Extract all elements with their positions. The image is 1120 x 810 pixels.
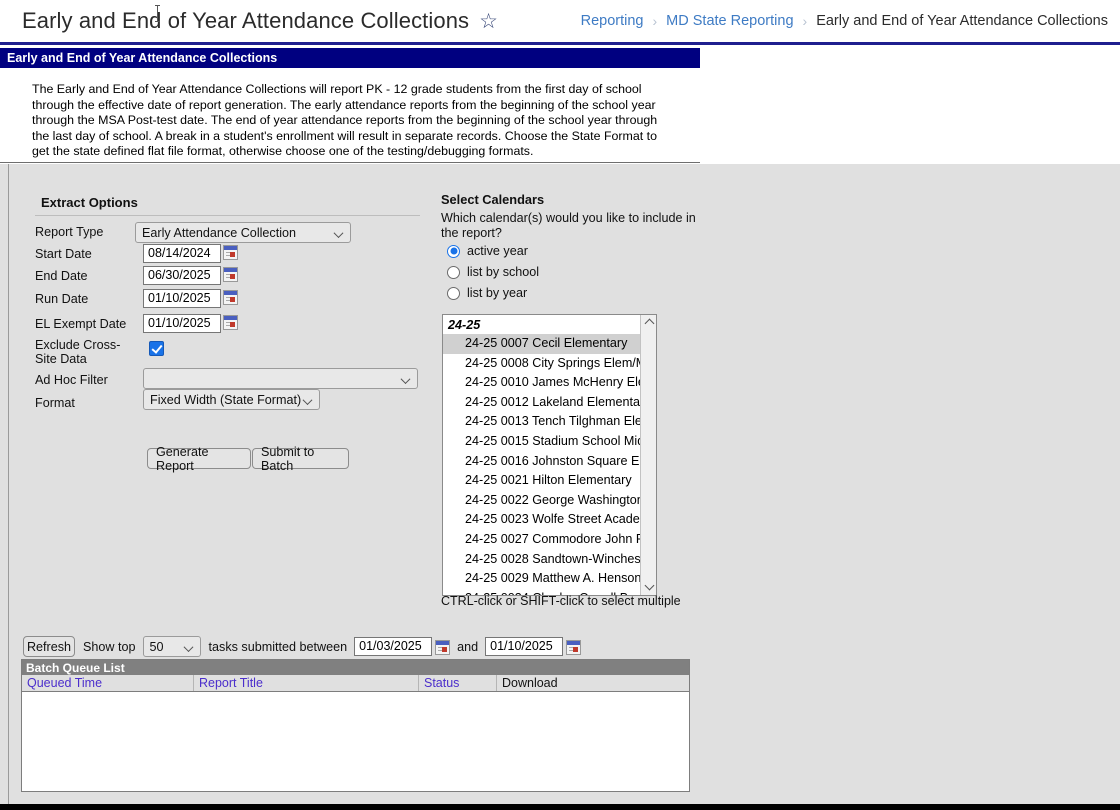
chevron-down-icon [402, 374, 410, 382]
radio-list-by-year[interactable]: list by year [447, 286, 527, 300]
radio-label-list-by-school: list by school [467, 265, 540, 279]
favorite-star-icon[interactable]: ☆ [479, 11, 498, 32]
batch-queue-body [22, 692, 689, 791]
ad-hoc-filter-select[interactable] [143, 368, 418, 389]
report-type-value: Early Attendance Collection [142, 225, 297, 240]
calendar-listbox[interactable]: 24-25 24-25 0007 Cecil Elementary 24-25 … [442, 314, 657, 596]
chevron-down-icon [335, 228, 343, 236]
top-title-bar: Early and End of Year Attendance Collect… [0, 0, 1120, 45]
batch-date-to-calendar-icon[interactable] [566, 640, 582, 655]
report-type-select[interactable]: Early Attendance Collection [135, 222, 351, 243]
breadcrumb-separator-2: › [802, 13, 808, 29]
show-top-select[interactable]: 50 [142, 636, 201, 657]
list-item[interactable]: 24-25 0029 Matthew A. Henson [443, 569, 656, 589]
list-item[interactable]: 24-25 0012 Lakeland Elementar [443, 393, 656, 413]
radio-icon-list-by-year [447, 286, 460, 300]
batch-queue-table: Batch Queue List Queued Time Report Titl… [21, 659, 690, 792]
batch-date-to-input[interactable]: 01/10/2025 [485, 637, 564, 656]
report-type-label: Report Type [35, 225, 104, 239]
content-area: Extract Options Report Type Early Attend… [0, 164, 1120, 810]
format-value: Fixed Width (State Format) [150, 392, 302, 407]
chevron-up-icon[interactable] [641, 315, 656, 331]
list-item[interactable]: 24-25 0028 Sandtown-Winchest [443, 550, 656, 570]
list-item[interactable]: 24-25 0021 Hilton Elementary [443, 471, 656, 491]
extract-options-title: Extract Options [41, 195, 138, 210]
column-header-download: Download [502, 676, 558, 690]
and-label: and [457, 639, 479, 654]
chevron-down-icon[interactable] [641, 579, 656, 595]
list-item[interactable]: 24-25 0022 George Washington [443, 491, 656, 511]
application-window: Early and End of Year Attendance Collect… [0, 0, 1120, 810]
batch-queue-list-title: Batch Queue List [22, 660, 689, 675]
batch-date-from-calendar-icon[interactable] [435, 640, 451, 655]
column-header-status[interactable]: Status [419, 675, 497, 691]
start-date-input[interactable]: 08/14/2024 [143, 244, 221, 263]
list-item[interactable]: 24-25 0013 Tench Tilghman Ele [443, 412, 656, 432]
calendar-group-label: 24-25 [443, 315, 656, 334]
chevron-down-icon [304, 395, 312, 403]
radio-label-list-by-year: list by year [467, 286, 528, 300]
description-panel: The Early and End of Year Attendance Col… [0, 68, 700, 163]
content-panel: Extract Options Report Type Early Attend… [8, 164, 700, 804]
end-date-label: End Date [35, 269, 88, 283]
format-label: Format [35, 396, 75, 410]
breadcrumb-item-reporting[interactable]: Reporting [581, 13, 644, 29]
list-item[interactable]: 24-25 0023 Wolfe Street Acaden [443, 510, 656, 530]
breadcrumb: Reporting › MD State Reporting › Early a… [581, 13, 1108, 29]
run-date-input[interactable]: 01/10/2025 [143, 289, 221, 308]
end-date-input[interactable]: 06/30/2025 [143, 266, 221, 285]
exclude-cross-site-label-line1: Exclude Cross- [35, 338, 121, 352]
bottom-strip [0, 804, 1120, 810]
tasks-submitted-between-label: tasks submitted between [208, 639, 348, 654]
show-top-value: 50 [149, 639, 164, 654]
breadcrumb-item-md-state-reporting[interactable]: MD State Reporting [666, 13, 793, 29]
calendar-listbox-scrollbar[interactable] [640, 315, 656, 595]
list-item[interactable]: 24-25 0027 Commodore John F [443, 530, 656, 550]
run-date-label: Run Date [35, 292, 89, 306]
run-date-calendar-icon[interactable] [223, 290, 238, 305]
column-header-report-title[interactable]: Report Title [194, 675, 419, 691]
radio-active-year[interactable]: active year [447, 244, 528, 258]
list-item[interactable]: 24-25 0008 City Springs Elem/M [443, 354, 656, 374]
end-date-calendar-icon[interactable] [223, 267, 238, 282]
text-cursor-artifact [155, 5, 160, 22]
radio-icon-active-year [447, 244, 460, 258]
el-exempt-date-calendar-icon[interactable] [223, 315, 238, 330]
extract-options-divider [35, 215, 420, 216]
batch-queue-toolbar: Refresh Show top 50 tasks submitted betw… [23, 636, 582, 657]
chevron-down-icon [185, 642, 193, 650]
list-item[interactable]: 24-25 0015 Stadium School Mid [443, 432, 656, 452]
el-exempt-date-input[interactable]: 01/10/2025 [143, 314, 221, 333]
select-calendars-title: Select Calendars [441, 192, 545, 207]
section-header: Early and End of Year Attendance Collect… [0, 48, 700, 68]
start-date-calendar-icon[interactable] [223, 245, 238, 260]
ad-hoc-filter-label: Ad Hoc Filter [35, 373, 108, 387]
exclude-cross-site-checkbox[interactable] [149, 341, 164, 356]
exclude-cross-site-label-line2: Site Data [35, 352, 87, 366]
column-header-queued-time[interactable]: Queued Time [22, 675, 194, 691]
radio-label-active-year: active year [467, 244, 528, 258]
list-item[interactable]: 24-25 0016 Johnston Square El [443, 452, 656, 472]
start-date-label: Start Date [35, 247, 92, 261]
batch-date-from-input[interactable]: 01/03/2025 [354, 637, 433, 656]
breadcrumb-separator-1: › [652, 13, 658, 29]
batch-queue-header-row: Queued Time Report Title Status Download [22, 675, 689, 692]
description-text: The Early and End of Year Attendance Col… [32, 82, 658, 158]
page-title: Early and End of Year Attendance Collect… [22, 8, 470, 33]
show-top-label: Show top [83, 639, 136, 654]
radio-icon-list-by-school [447, 265, 460, 279]
list-item[interactable]: 24-25 0007 Cecil Elementary [443, 334, 656, 354]
radio-list-by-school[interactable]: list by school [447, 265, 539, 279]
breadcrumb-item-current: Early and End of Year Attendance Collect… [816, 13, 1108, 29]
el-exempt-date-label: EL Exempt Date [35, 317, 127, 331]
submit-to-batch-button[interactable]: Submit to Batch [252, 445, 349, 473]
refresh-button[interactable]: Refresh [23, 636, 75, 657]
select-calendars-question: Which calendar(s) would you like to incl… [441, 211, 696, 240]
generate-report-button[interactable]: Generate Report [147, 445, 251, 473]
format-select[interactable]: Fixed Width (State Format) [143, 389, 320, 410]
list-item[interactable]: 24-25 0010 James McHenry Ele [443, 373, 656, 393]
calendar-select-hint: CTRL-click or SHIFT-click to select mult… [441, 594, 681, 608]
